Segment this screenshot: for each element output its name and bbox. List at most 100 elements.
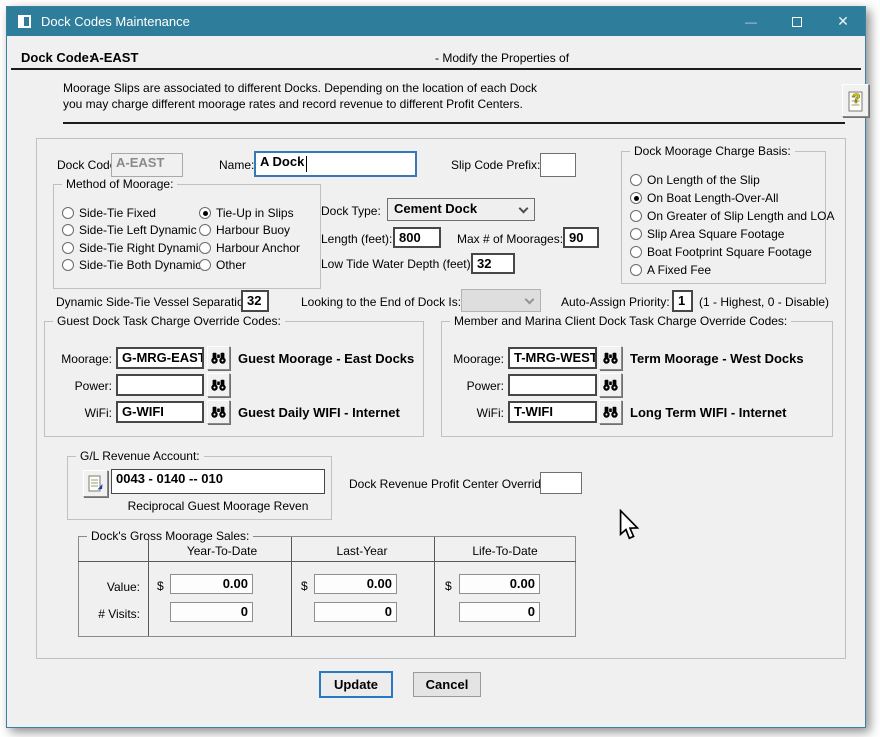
minimize-icon: — <box>745 15 757 29</box>
member-power-input[interactable] <box>508 374 597 396</box>
radio-circle-selected[interactable] <box>199 207 211 219</box>
radio-circle[interactable] <box>62 259 74 271</box>
gross-moorage-sales-title: Dock's Gross Moorage Sales: <box>87 529 253 543</box>
sales-value-ytd[interactable]: 0.00 <box>170 574 253 594</box>
minimize-button[interactable]: — <box>729 7 773 36</box>
gl-account-caption: Reciprocal Guest Moorage Reven <box>111 499 325 513</box>
radio-label: Side-Tie Both Dynamic <box>79 258 201 272</box>
vessel-separation-input[interactable]: 32 <box>241 290 269 312</box>
sales-col-lifetodate: Life-To-Date <box>436 544 574 558</box>
radio-circle[interactable] <box>630 210 642 222</box>
gl-account-picker-button[interactable] <box>83 470 108 497</box>
info-line2: you may charge different moorage rates a… <box>63 97 523 111</box>
radio-label: Harbour Anchor <box>216 241 300 255</box>
radio-boat-footprint-sqft[interactable]: Boat Footprint Square Footage <box>630 245 812 259</box>
guest-wifi-lookup-button[interactable] <box>207 400 230 424</box>
radio-slip-area-sqft[interactable]: Slip Area Square Footage <box>630 227 784 241</box>
binoculars-icon <box>603 352 618 364</box>
radio-side-tie-both-dynamic[interactable]: Side-Tie Both Dynamic <box>62 258 201 272</box>
radio-label: On Length of the Slip <box>647 173 760 187</box>
sales-value-lastyear[interactable]: 0.00 <box>314 574 397 594</box>
length-label: Length (feet): <box>321 232 392 246</box>
member-wifi-desc: Long Term WIFI - Internet <box>630 405 786 420</box>
max-moorages-input[interactable]: 90 <box>563 227 599 248</box>
binoculars-icon <box>603 406 618 418</box>
window-form-icon <box>18 15 31 28</box>
close-icon: ✕ <box>837 13 849 30</box>
gl-account-input[interactable]: 0043 - 0140 -- 010 <box>111 469 325 494</box>
guest-moorage-lookup-button[interactable] <box>207 346 230 370</box>
guest-power-input[interactable] <box>116 374 204 396</box>
chevron-down-icon <box>525 295 535 305</box>
sales-visits-lifetodate[interactable]: 0 <box>459 602 540 622</box>
radio-other[interactable]: Other <box>199 258 246 272</box>
dock-codes-maintenance-dialog: Dock Codes Maintenance — ✕ Dock Code: A-… <box>6 6 866 728</box>
binoculars-icon <box>211 379 226 391</box>
radio-circle[interactable] <box>62 224 74 236</box>
radio-circle[interactable] <box>630 228 642 240</box>
dock-type-value: Cement Dock <box>394 201 477 216</box>
dock-type-label: Dock Type: <box>321 204 381 218</box>
close-button[interactable]: ✕ <box>821 7 865 36</box>
member-power-lookup-button[interactable] <box>599 373 622 397</box>
radio-greater-slip-loa[interactable]: On Greater of Slip Length and LOA <box>630 209 834 223</box>
maximize-button[interactable] <box>775 7 819 36</box>
update-button[interactable]: Update <box>319 671 393 698</box>
dock-code-field: A-EAST <box>111 153 183 177</box>
radio-fixed-fee[interactable]: A Fixed Fee <box>630 263 711 277</box>
maximize-icon <box>792 17 802 27</box>
guest-moorage-input[interactable]: G-MRG-EAST <box>116 347 204 369</box>
length-input[interactable]: 800 <box>393 227 441 248</box>
sales-visits-ytd[interactable]: 0 <box>170 602 253 622</box>
binoculars-icon <box>211 352 226 364</box>
radio-on-length-of-slip[interactable]: On Length of the Slip <box>630 173 760 187</box>
guest-power-lookup-button[interactable] <box>207 373 230 397</box>
member-power-label: Power: <box>436 379 504 393</box>
radio-circle[interactable] <box>630 264 642 276</box>
radio-label: Side-Tie Right Dynamic <box>79 241 205 255</box>
radio-circle[interactable] <box>62 207 74 219</box>
radio-side-tie-fixed[interactable]: Side-Tie Fixed <box>62 206 156 220</box>
binoculars-icon <box>211 406 226 418</box>
slip-code-prefix-input[interactable] <box>540 153 576 177</box>
radio-harbour-buoy[interactable]: Harbour Buoy <box>199 223 290 237</box>
cancel-button[interactable]: Cancel <box>413 672 481 697</box>
radio-circle[interactable] <box>199 224 211 236</box>
radio-on-boat-loa[interactable]: On Boat Length-Over-All <box>630 191 778 205</box>
radio-label: Boat Footprint Square Footage <box>647 245 812 259</box>
radio-harbour-anchor[interactable]: Harbour Anchor <box>199 241 300 255</box>
radio-circle-selected[interactable] <box>630 192 642 204</box>
radio-side-tie-right-dynamic[interactable]: Side-Tie Right Dynamic <box>62 241 205 255</box>
member-wifi-lookup-button[interactable] <box>599 400 622 424</box>
low-tide-input[interactable]: 32 <box>471 253 515 274</box>
guest-wifi-desc: Guest Daily WIFI - Internet <box>238 405 400 420</box>
radio-circle[interactable] <box>199 242 211 254</box>
name-input[interactable]: A Dock <box>254 151 417 177</box>
auto-assign-label: Auto-Assign Priority: <box>561 295 670 309</box>
radio-circle[interactable] <box>630 246 642 258</box>
guest-wifi-label: WiFi: <box>44 406 112 420</box>
help-button[interactable]: ? <box>842 84 869 117</box>
profit-center-override-input[interactable] <box>540 472 582 494</box>
radio-circle[interactable] <box>630 174 642 186</box>
guest-wifi-input[interactable]: G-WIFI <box>116 401 204 423</box>
guest-power-label: Power: <box>44 379 112 393</box>
radio-circle[interactable] <box>199 259 211 271</box>
end-of-dock-dropdown <box>461 289 541 312</box>
auto-assign-input[interactable]: 1 <box>672 290 693 312</box>
member-moorage-input[interactable]: T-MRG-WEST <box>508 347 597 369</box>
radio-side-tie-left-dynamic[interactable]: Side-Tie Left Dynamic <box>62 223 197 237</box>
sales-visits-lastyear[interactable]: 0 <box>314 602 397 622</box>
radio-label: Side-Tie Fixed <box>79 206 156 220</box>
sales-value-lifetodate[interactable]: 0.00 <box>459 574 540 594</box>
header-dock-code-value: A-EAST <box>90 50 138 65</box>
titlebar[interactable]: Dock Codes Maintenance — ✕ <box>7 7 865 36</box>
radio-label: On Greater of Slip Length and LOA <box>647 209 834 223</box>
info-line1: Moorage Slips are associated to differen… <box>63 81 537 95</box>
member-wifi-input[interactable]: T-WIFI <box>508 401 597 423</box>
member-moorage-lookup-button[interactable] <box>599 346 622 370</box>
dock-type-dropdown[interactable]: Cement Dock <box>387 198 535 221</box>
sales-visits-label: # Visits: <box>80 607 140 621</box>
radio-circle[interactable] <box>62 242 74 254</box>
radio-tie-up-in-slips[interactable]: Tie-Up in Slips <box>199 206 294 220</box>
